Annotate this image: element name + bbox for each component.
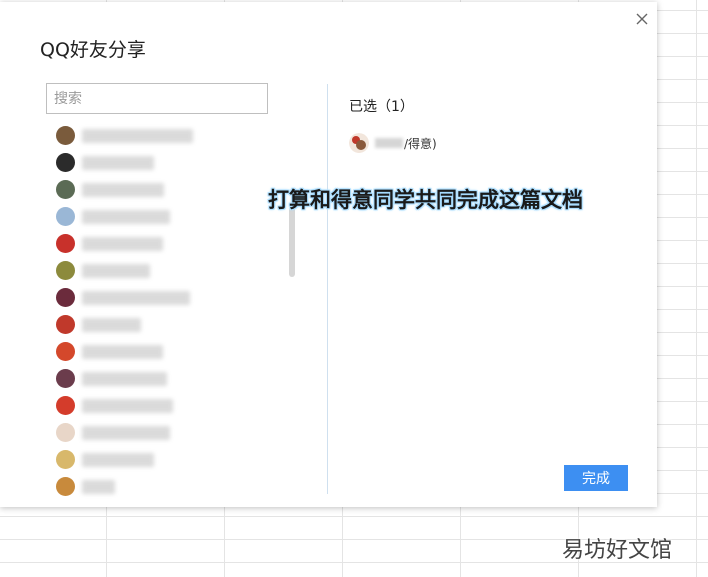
friend-avatar — [56, 423, 75, 442]
friend-name-blurred — [82, 398, 173, 413]
close-icon[interactable] — [633, 10, 651, 28]
friend-list-item[interactable] — [50, 392, 280, 419]
friend-avatar — [56, 180, 75, 199]
friend-list-item[interactable] — [50, 284, 280, 311]
friend-name-blurred — [82, 155, 154, 170]
friend-avatar — [56, 126, 75, 145]
friend-avatar — [56, 153, 75, 172]
friend-list — [50, 122, 280, 507]
friend-avatar — [56, 450, 75, 469]
friend-list-item[interactable] — [50, 230, 280, 257]
friend-list-item[interactable] — [50, 203, 280, 230]
friend-avatar — [56, 315, 75, 334]
friend-list-item[interactable] — [50, 176, 280, 203]
friend-list-item[interactable] — [50, 446, 280, 473]
share-dialog: QQ好友分享 已选（1） /得意) 完成 — [0, 2, 657, 507]
friend-avatar — [56, 207, 75, 226]
friend-list-item[interactable] — [50, 257, 280, 284]
friend-name-blurred — [82, 371, 167, 386]
friend-name-blurred — [82, 209, 170, 224]
friend-name-blurred — [82, 425, 170, 440]
friend-list-item[interactable] — [50, 311, 280, 338]
friend-list-item[interactable] — [50, 338, 280, 365]
watermark: 易坊好文馆 — [562, 538, 673, 563]
overlay-caption: 打算和得意同学共同完成这篇文档 — [268, 188, 583, 212]
friend-avatar — [56, 261, 75, 280]
selected-count-header: 已选（1） — [349, 99, 414, 115]
panel-divider — [327, 84, 328, 494]
friend-name-blurred — [82, 263, 150, 278]
friend-name-blurred — [82, 290, 190, 305]
friend-avatar — [56, 369, 75, 388]
friend-name-blurred — [82, 344, 163, 359]
dialog-title: QQ好友分享 — [40, 39, 146, 61]
friend-name-blurred — [82, 317, 141, 332]
selected-friend-suffix: /得意) — [404, 136, 437, 151]
friend-name-blurred — [82, 479, 115, 494]
friend-avatar — [56, 396, 75, 415]
friend-list-item[interactable] — [50, 419, 280, 446]
selected-friend-item[interactable]: /得意) — [349, 132, 437, 154]
friend-list-item[interactable] — [50, 122, 280, 149]
friend-avatar — [56, 477, 75, 496]
friend-avatar — [56, 234, 75, 253]
friend-list-scrollbar[interactable] — [289, 207, 295, 277]
search-input[interactable] — [46, 83, 268, 114]
friend-list-item[interactable] — [50, 473, 280, 500]
selected-friend-avatar — [349, 133, 369, 153]
friend-avatar — [56, 288, 75, 307]
selected-friend-name-blurred — [375, 138, 403, 148]
done-button[interactable]: 完成 — [564, 465, 628, 491]
friend-name-blurred — [82, 236, 163, 251]
friend-name-blurred — [82, 182, 164, 197]
friend-list-item[interactable] — [50, 365, 280, 392]
friend-name-blurred — [82, 452, 154, 467]
friend-list-item[interactable] — [50, 149, 280, 176]
friend-name-blurred — [82, 128, 193, 143]
friend-avatar — [56, 342, 75, 361]
